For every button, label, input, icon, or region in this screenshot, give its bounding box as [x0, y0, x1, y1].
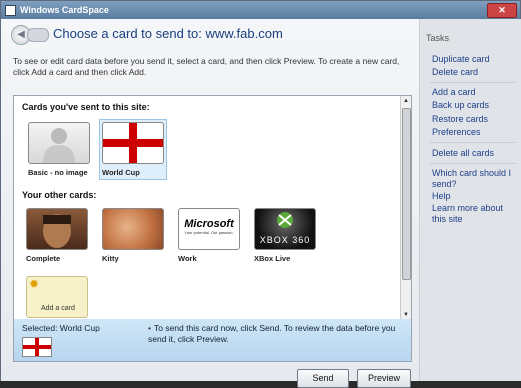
cardspace-app-icon	[5, 4, 16, 16]
task-delete-all-cards[interactable]: Delete all cards	[432, 148, 494, 159]
send-button[interactable]: Send	[297, 369, 349, 388]
england-flag-icon	[102, 122, 164, 164]
forward-button[interactable]	[27, 28, 49, 42]
task-back-up-cards[interactable]: Back up cards	[432, 100, 489, 111]
add-card-label: Add a card	[41, 305, 75, 312]
card-label: Kitty	[102, 254, 119, 263]
sent-section-label: Cards you've sent to this site:	[22, 102, 150, 112]
close-button[interactable]: ✕	[487, 3, 517, 18]
card-world-cup[interactable]: World Cup	[99, 119, 167, 180]
card-label: Basic - no image	[28, 168, 88, 177]
card-label: Complete	[26, 254, 61, 263]
page-title: Choose a card to send to: www.fab.com	[53, 26, 283, 41]
task-help[interactable]: Help	[432, 191, 451, 202]
microsoft-logo-icon: Microsoft Your potential. Our passion.	[178, 208, 240, 250]
other-section-label: Your other cards:	[22, 190, 97, 200]
xbox-logo-icon: XBOX 360	[254, 208, 316, 250]
task-add-a-card[interactable]: Add a card	[432, 87, 476, 98]
tasks-pane: Tasks Duplicate card Delete card Add a c…	[419, 19, 521, 381]
card-basic-no-image[interactable]: Basic - no image	[26, 120, 92, 179]
add-card-thumb: ✹ Add a card	[26, 276, 88, 318]
selection-hint-text: To send this card now, click Send. To re…	[148, 323, 396, 344]
selected-card-flag-icon	[22, 337, 52, 357]
scroll-thumb[interactable]	[402, 108, 411, 280]
sun-icon: ✹	[29, 277, 40, 291]
preview-button[interactable]: Preview	[357, 369, 411, 388]
selected-card-text: Selected: World Cup	[22, 323, 100, 333]
main-pane: ◀ Choose a card to send to: www.fab.com …	[1, 19, 419, 388]
task-learn-more[interactable]: Learn more about this site	[432, 203, 512, 225]
card-kitty[interactable]: Kitty	[102, 208, 164, 263]
person-silhouette-icon	[28, 122, 90, 164]
back-arrow-icon: ◀	[17, 29, 25, 40]
card-work[interactable]: Microsoft Your potential. Our passion. W…	[178, 208, 240, 263]
card-label: XBox Live	[254, 254, 291, 263]
microsoft-logo-tagline: Your potential. Our passion.	[184, 230, 234, 235]
selection-strip: Selected: World Cup • To send this card n…	[13, 319, 412, 362]
xbox-logo-text: XBOX 360	[259, 235, 311, 245]
selection-hint: • To send this card now, click Send. To r…	[148, 323, 408, 345]
cardspace-window: Windows CardSpace ✕ ◀ Choose a card to s…	[0, 0, 521, 388]
tasks-divider	[430, 142, 516, 143]
task-duplicate-card[interactable]: Duplicate card	[432, 54, 490, 65]
bullet-icon: •	[148, 323, 151, 333]
window-title: Windows CardSpace	[20, 5, 109, 15]
add-card-tile[interactable]: ✹ Add a card	[26, 276, 88, 318]
card-label: Work	[178, 254, 197, 263]
cards-panel: Cards you've sent to this site: Basic - …	[13, 95, 412, 321]
task-which-card[interactable]: Which card should I send?	[432, 168, 512, 190]
title-bar: Windows CardSpace	[1, 1, 520, 19]
card-xbox-live[interactable]: XBOX 360 XBox Live	[254, 208, 316, 263]
microsoft-logo-text: Microsoft	[184, 218, 234, 230]
tasks-divider	[430, 82, 516, 83]
instructions-text: To see or edit card data before you send…	[13, 56, 400, 77]
card-complete[interactable]: Complete	[26, 208, 88, 263]
scroll-up-arrow-icon[interactable]: ▲	[401, 96, 411, 106]
task-restore-cards[interactable]: Restore cards	[432, 114, 488, 125]
task-preferences[interactable]: Preferences	[432, 127, 481, 138]
photo-kitty-icon	[102, 208, 164, 250]
photo-man-icon	[26, 208, 88, 250]
tasks-divider	[430, 163, 516, 164]
card-label: World Cup	[102, 168, 140, 177]
tasks-heading: Tasks	[426, 33, 450, 43]
cards-scrollbar[interactable]: ▲ ▼	[400, 96, 411, 320]
task-delete-card[interactable]: Delete card	[432, 67, 478, 78]
